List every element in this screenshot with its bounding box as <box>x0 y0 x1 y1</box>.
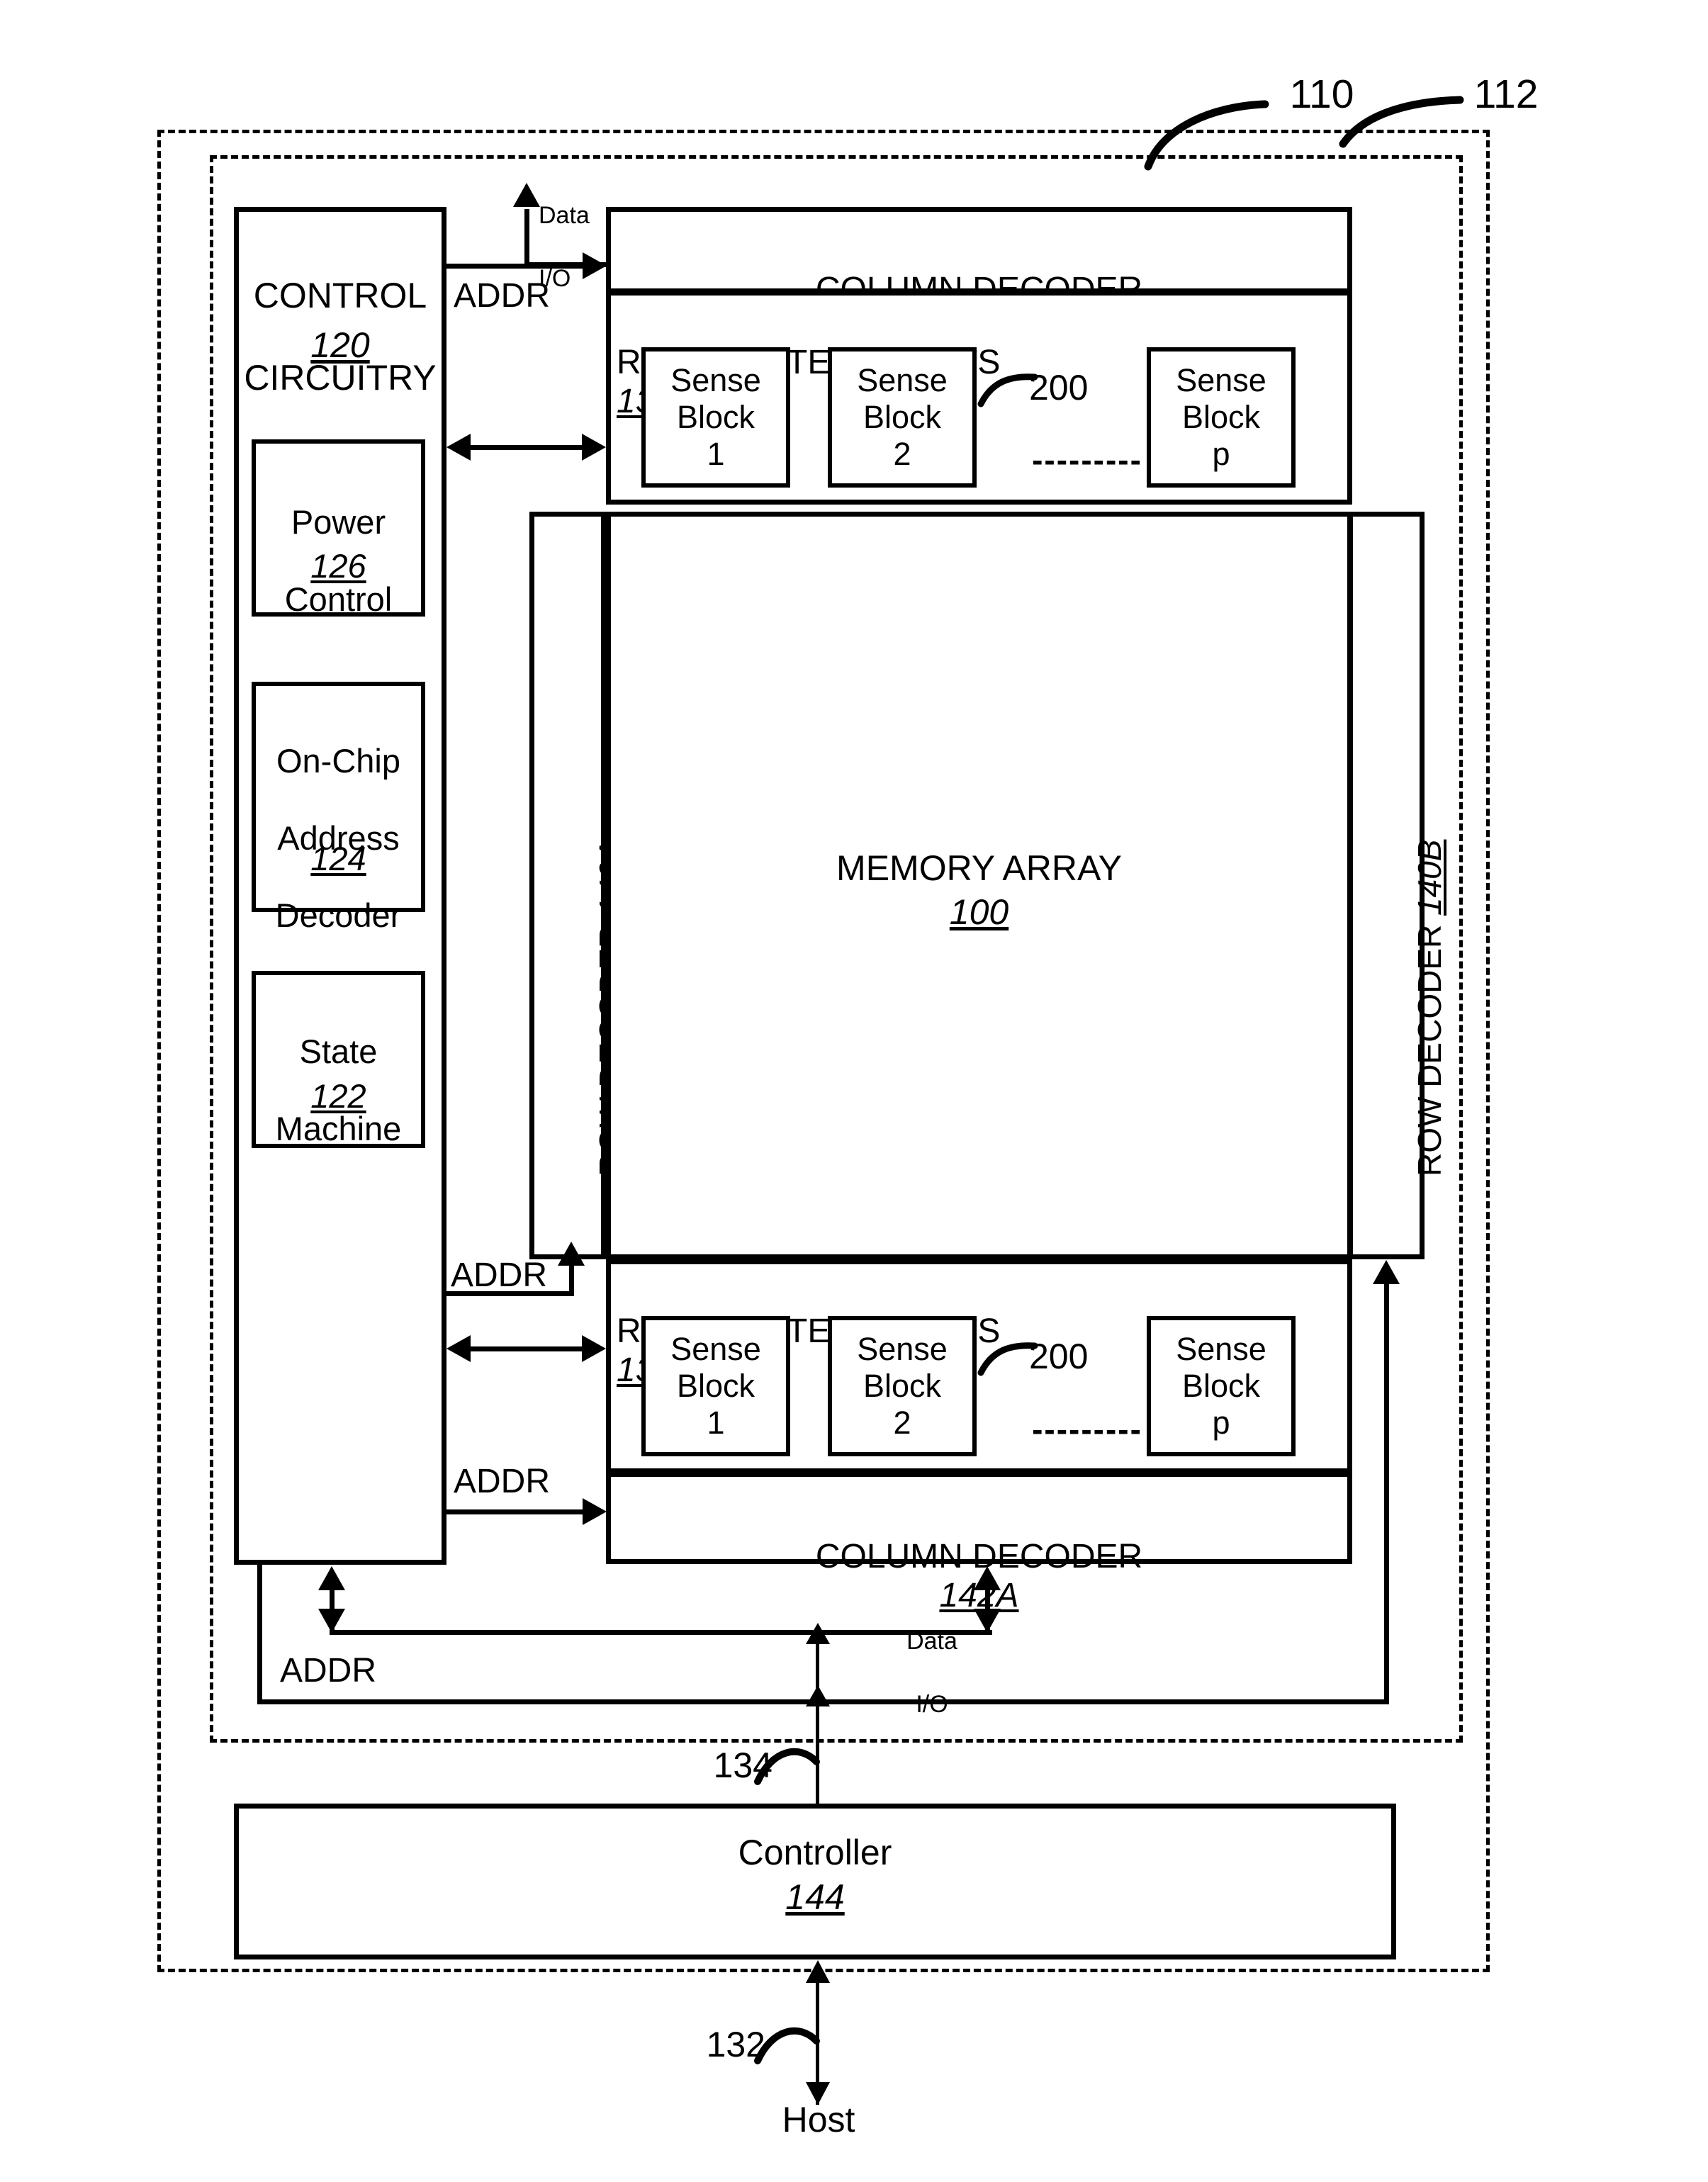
data-io-bottom-line1: Data <box>906 1628 957 1655</box>
sense-block-bottom-2-line3: 2 <box>893 1405 911 1441</box>
bus-134-arrow-lower <box>806 1685 830 1706</box>
addr-mid-bidir-line <box>468 1346 585 1351</box>
ref-label-132: 132 <box>706 2025 765 2064</box>
sense-block-bottom-p[interactable]: Sense Block p <box>1147 1316 1296 1456</box>
data-io-bottom-label: Data I/O <box>879 1595 985 1720</box>
host-label: Host <box>782 2100 855 2139</box>
control-circuitry-title: CONTROL CIRCUITRY <box>227 234 454 398</box>
sense-block-bottom-p-line3: p <box>1212 1405 1230 1441</box>
sense-block-top-p-line1: Sense <box>1176 362 1266 398</box>
sense-block-bottom-2-line2: Block <box>863 1368 942 1404</box>
addr-top-label: ADDR <box>454 277 551 315</box>
addr-top-arrow <box>583 252 607 279</box>
onchip-address-decoder-ref: 124 <box>310 840 366 877</box>
sense-block-bottom-p-line1: Sense <box>1176 1331 1266 1367</box>
addr-bus-label: ADDR <box>280 1652 377 1689</box>
row-decoder-right-ref: 140B <box>1411 839 1448 916</box>
addr-low-line <box>446 1509 585 1514</box>
addr-bus-right-vline <box>1384 1283 1389 1702</box>
control-circuitry-ref: 120 <box>310 325 370 365</box>
host-arrow-up <box>806 1960 830 1983</box>
sense-block-top-1-line1: Sense <box>670 362 761 398</box>
power-control-ref: 126 <box>310 547 366 585</box>
sense-block-ref-200-top: 200 <box>1029 368 1089 407</box>
sense-block-ref-200-bottom: 200 <box>1029 1337 1089 1376</box>
row-decoder-right-text: ROW DECODER <box>1411 924 1448 1176</box>
figure-canvas: 110 112 CONTROL CIRCUITRY 120 Power Cont… <box>0 0 1708 2182</box>
addr-mid-bidir-arrow-left <box>446 1335 471 1362</box>
addr-mid-bidir-arrow-right <box>582 1335 606 1362</box>
sense-block-bottom-1-line3: 1 <box>707 1405 725 1441</box>
addr-top-bidir-arrow-right <box>582 434 606 461</box>
sense-block-top-2-line1: Sense <box>857 362 948 398</box>
addr-bus-right-arrow <box>1373 1260 1400 1284</box>
sense-block-top-p-line3: p <box>1212 436 1230 472</box>
addr-mid-label: ADDR <box>451 1256 548 1294</box>
data-io-bottom-line2: I/O <box>916 1690 948 1718</box>
addr-low-arrow <box>583 1498 607 1525</box>
sense-block-ellipsis-bottom: --------- <box>1032 1411 1142 1448</box>
bus-134-arrow-upper <box>806 1623 830 1644</box>
sense-block-bottom-1-line1: Sense <box>670 1331 761 1367</box>
sense-block-ellipsis-top: --------- <box>1032 442 1142 478</box>
sense-block-top-p[interactable]: Sense Block p <box>1147 347 1296 488</box>
control-circuitry-title-line1: CONTROL <box>253 276 427 315</box>
sense-block-top-2[interactable]: Sense Block 2 <box>828 347 977 488</box>
onchip-line3: Decoder <box>275 896 402 934</box>
row-decoder-right-label: ROW DECODER 140B <box>1410 840 1449 1176</box>
addr-top-bidir-arrow-left <box>446 434 471 461</box>
onchip-line1: On-Chip <box>276 741 400 780</box>
sense-block-top-1-line2: Block <box>676 399 755 435</box>
controller-ref: 144 <box>785 1877 845 1917</box>
data-io-top-vline <box>524 209 529 267</box>
memory-array-ref: 100 <box>949 892 1009 932</box>
data-io-bottom-arrow-down-left <box>318 1609 345 1633</box>
sense-block-top-p-line2: Block <box>1181 399 1261 435</box>
data-io-top-line1: Data <box>539 202 590 230</box>
power-control-line1: Power <box>291 502 386 541</box>
sense-block-bottom-2[interactable]: Sense Block 2 <box>828 1316 977 1456</box>
addr-top-bidir-line <box>468 445 585 450</box>
sense-block-top-2-line3: 2 <box>893 436 911 472</box>
sense-block-bottom-1[interactable]: Sense Block 1 <box>641 1316 790 1456</box>
sense-block-top-2-line2: Block <box>863 399 942 435</box>
ref-label-110: 112 <box>1473 72 1539 117</box>
data-io-bottom-arrow-up-right <box>974 1566 1001 1590</box>
addr-top-line <box>446 264 585 269</box>
state-machine-line1: State <box>299 1032 378 1070</box>
controller-label: Controller <box>738 1833 892 1872</box>
sense-block-top-1-line3: 1 <box>707 436 725 472</box>
data-io-top-arrow <box>513 183 540 207</box>
state-machine-ref: 122 <box>310 1077 366 1115</box>
memory-array-label: MEMORY ARRAY <box>836 848 1122 888</box>
sense-block-top-1[interactable]: Sense Block 1 <box>641 347 790 488</box>
sense-block-bottom-1-line2: Block <box>676 1368 755 1404</box>
addr-bus-left-vline <box>257 1565 262 1704</box>
onchip-address-decoder-label: On-Chip Address Decoder <box>248 703 429 935</box>
ref-label-134: 134 <box>713 1745 772 1785</box>
sense-block-bottom-p-line2: Block <box>1181 1368 1261 1404</box>
sense-block-bottom-2-line1: Sense <box>857 1331 948 1367</box>
addr-low-label: ADDR <box>454 1463 551 1500</box>
state-machine-label: State Machine <box>248 994 429 1148</box>
power-control-label: Power Control <box>252 464 425 619</box>
data-io-bottom-arrow-up-left <box>318 1566 345 1590</box>
